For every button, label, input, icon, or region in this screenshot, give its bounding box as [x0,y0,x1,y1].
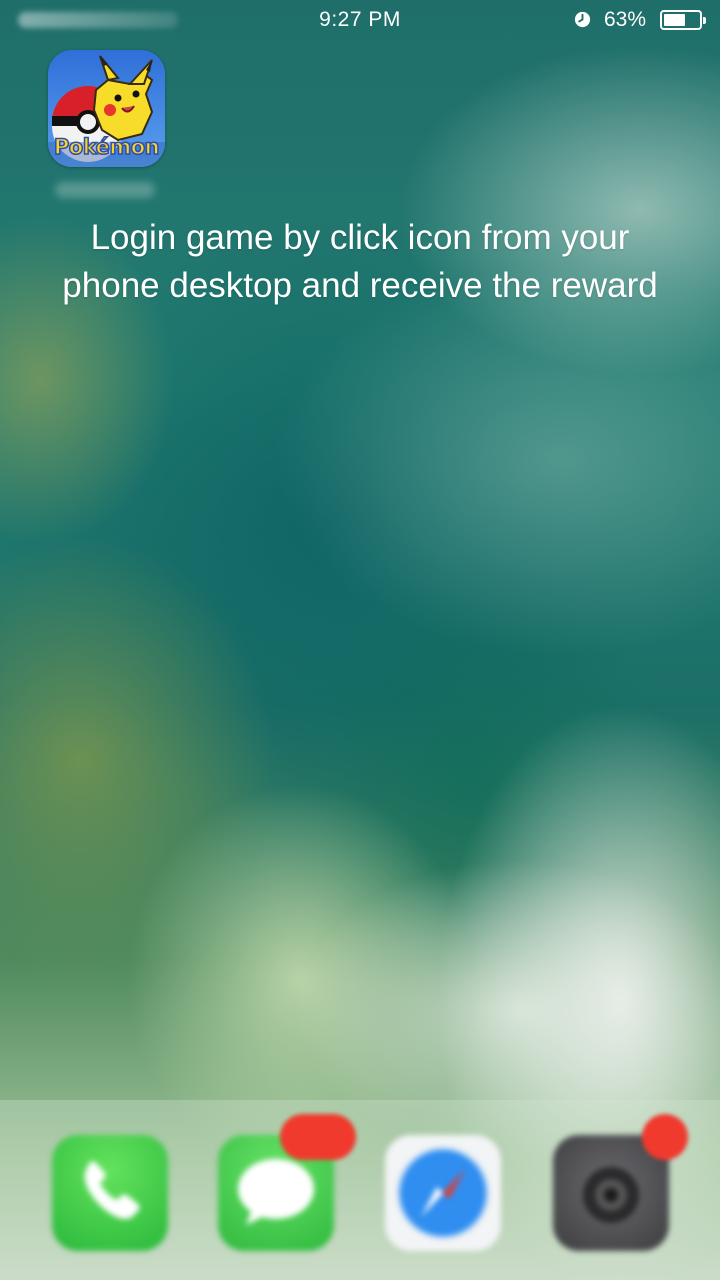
phone-icon [84,1161,140,1220]
dock-phone-app[interactable] [52,1135,168,1251]
camera-notification-badge [642,1114,688,1160]
app-icon-logo-text: Pokémon [53,134,160,160]
battery-fill [664,14,686,26]
app-caption-blurred [55,182,155,198]
hint-line-2: phone desktop and receive the reward [62,266,658,305]
pokemon-app-icon[interactable]: Pokémon [48,50,165,167]
status-bar: 9:27 PM 63% [0,0,720,40]
reward-instruction: Login game by click icon from your phone… [0,214,720,310]
dock-safari-app[interactable] [385,1135,501,1251]
messages-notification-badge [280,1114,356,1160]
battery-icon [660,10,706,30]
hint-line-1: Login game by click icon from your [90,218,630,257]
battery-percent: 63% [604,8,647,31]
alarm-clock-icon [574,11,591,28]
safari-icon [397,1147,489,1239]
